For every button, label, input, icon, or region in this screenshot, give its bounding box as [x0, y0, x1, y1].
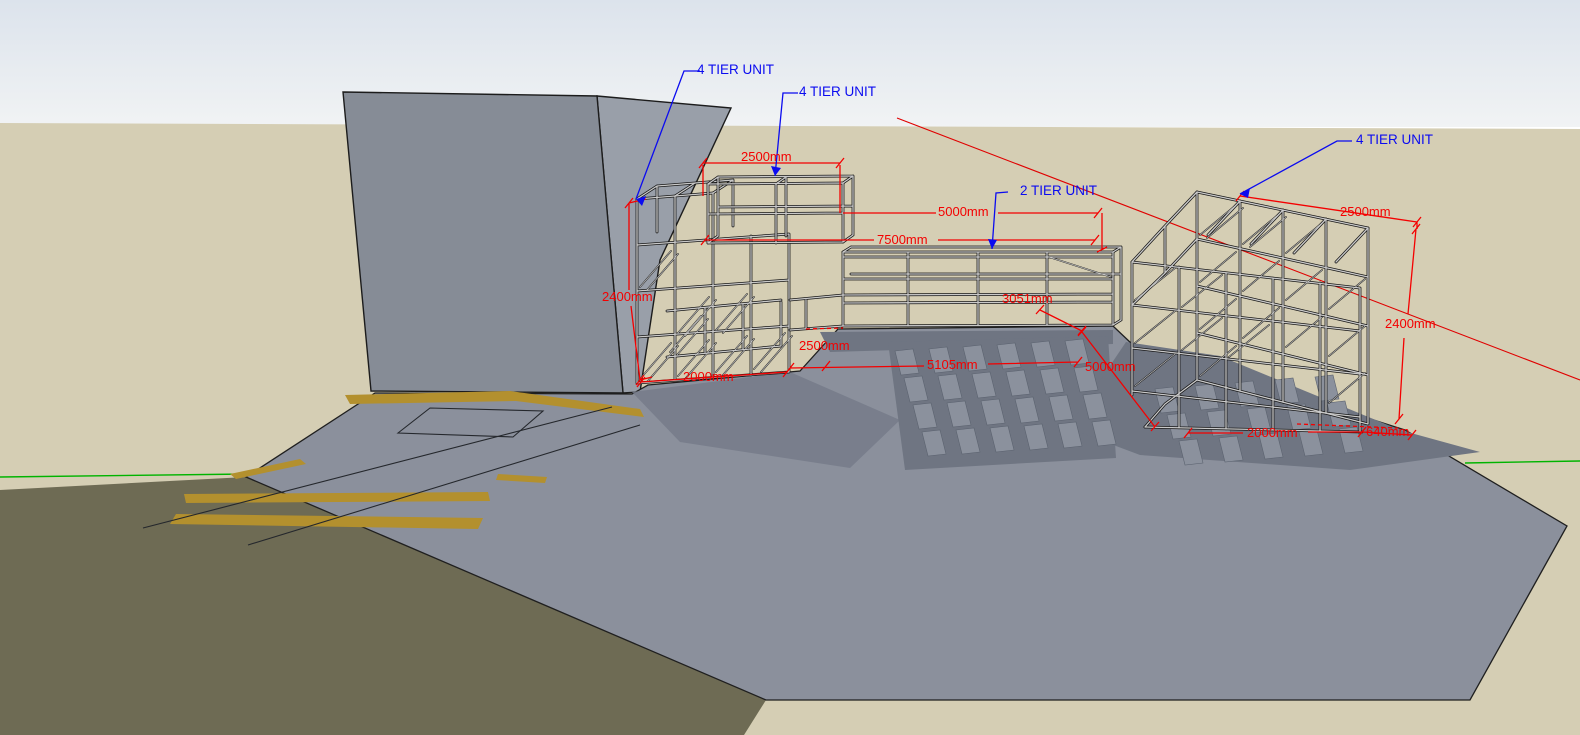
- dim-mid-total: 7500mm: [877, 233, 928, 247]
- dim-left-base: 2000mm: [683, 370, 734, 384]
- model-viewport[interactable]: 4 TIER UNIT 4 TIER UNIT 2 TIER UNIT 4 TI…: [0, 0, 1580, 735]
- dim-mid-upper-width: 2500mm: [741, 150, 792, 164]
- dim-right-aisle: 5000mm: [1085, 360, 1136, 374]
- unit-label-right: 4 TIER UNIT: [1356, 133, 1433, 148]
- unit-label-mid-end: 4 TIER UNIT: [799, 85, 876, 100]
- dim-left-aisle: 2500mm: [799, 339, 850, 353]
- dim-mid-depth: 3051mm: [1002, 292, 1053, 306]
- scene-canvas[interactable]: [0, 0, 1580, 735]
- sky: [0, 0, 1580, 127]
- dim-right-base: 2000mm: [1247, 426, 1298, 440]
- dim-floor-span: 5105mm: [927, 358, 978, 372]
- dim-left-height: 2400mm: [602, 290, 653, 304]
- dim-right-top-width: 2500mm: [1340, 205, 1391, 219]
- building-front-face[interactable]: [343, 92, 623, 393]
- dim-mid-run-upper: 5000mm: [938, 205, 989, 219]
- unit-label-mid-run: 2 TIER UNIT: [1020, 184, 1097, 199]
- unit-label-left: 4 TIER UNIT: [697, 63, 774, 78]
- dim-right-offset: 640mm: [1366, 425, 1409, 439]
- dim-right-height: 2400mm: [1385, 317, 1436, 331]
